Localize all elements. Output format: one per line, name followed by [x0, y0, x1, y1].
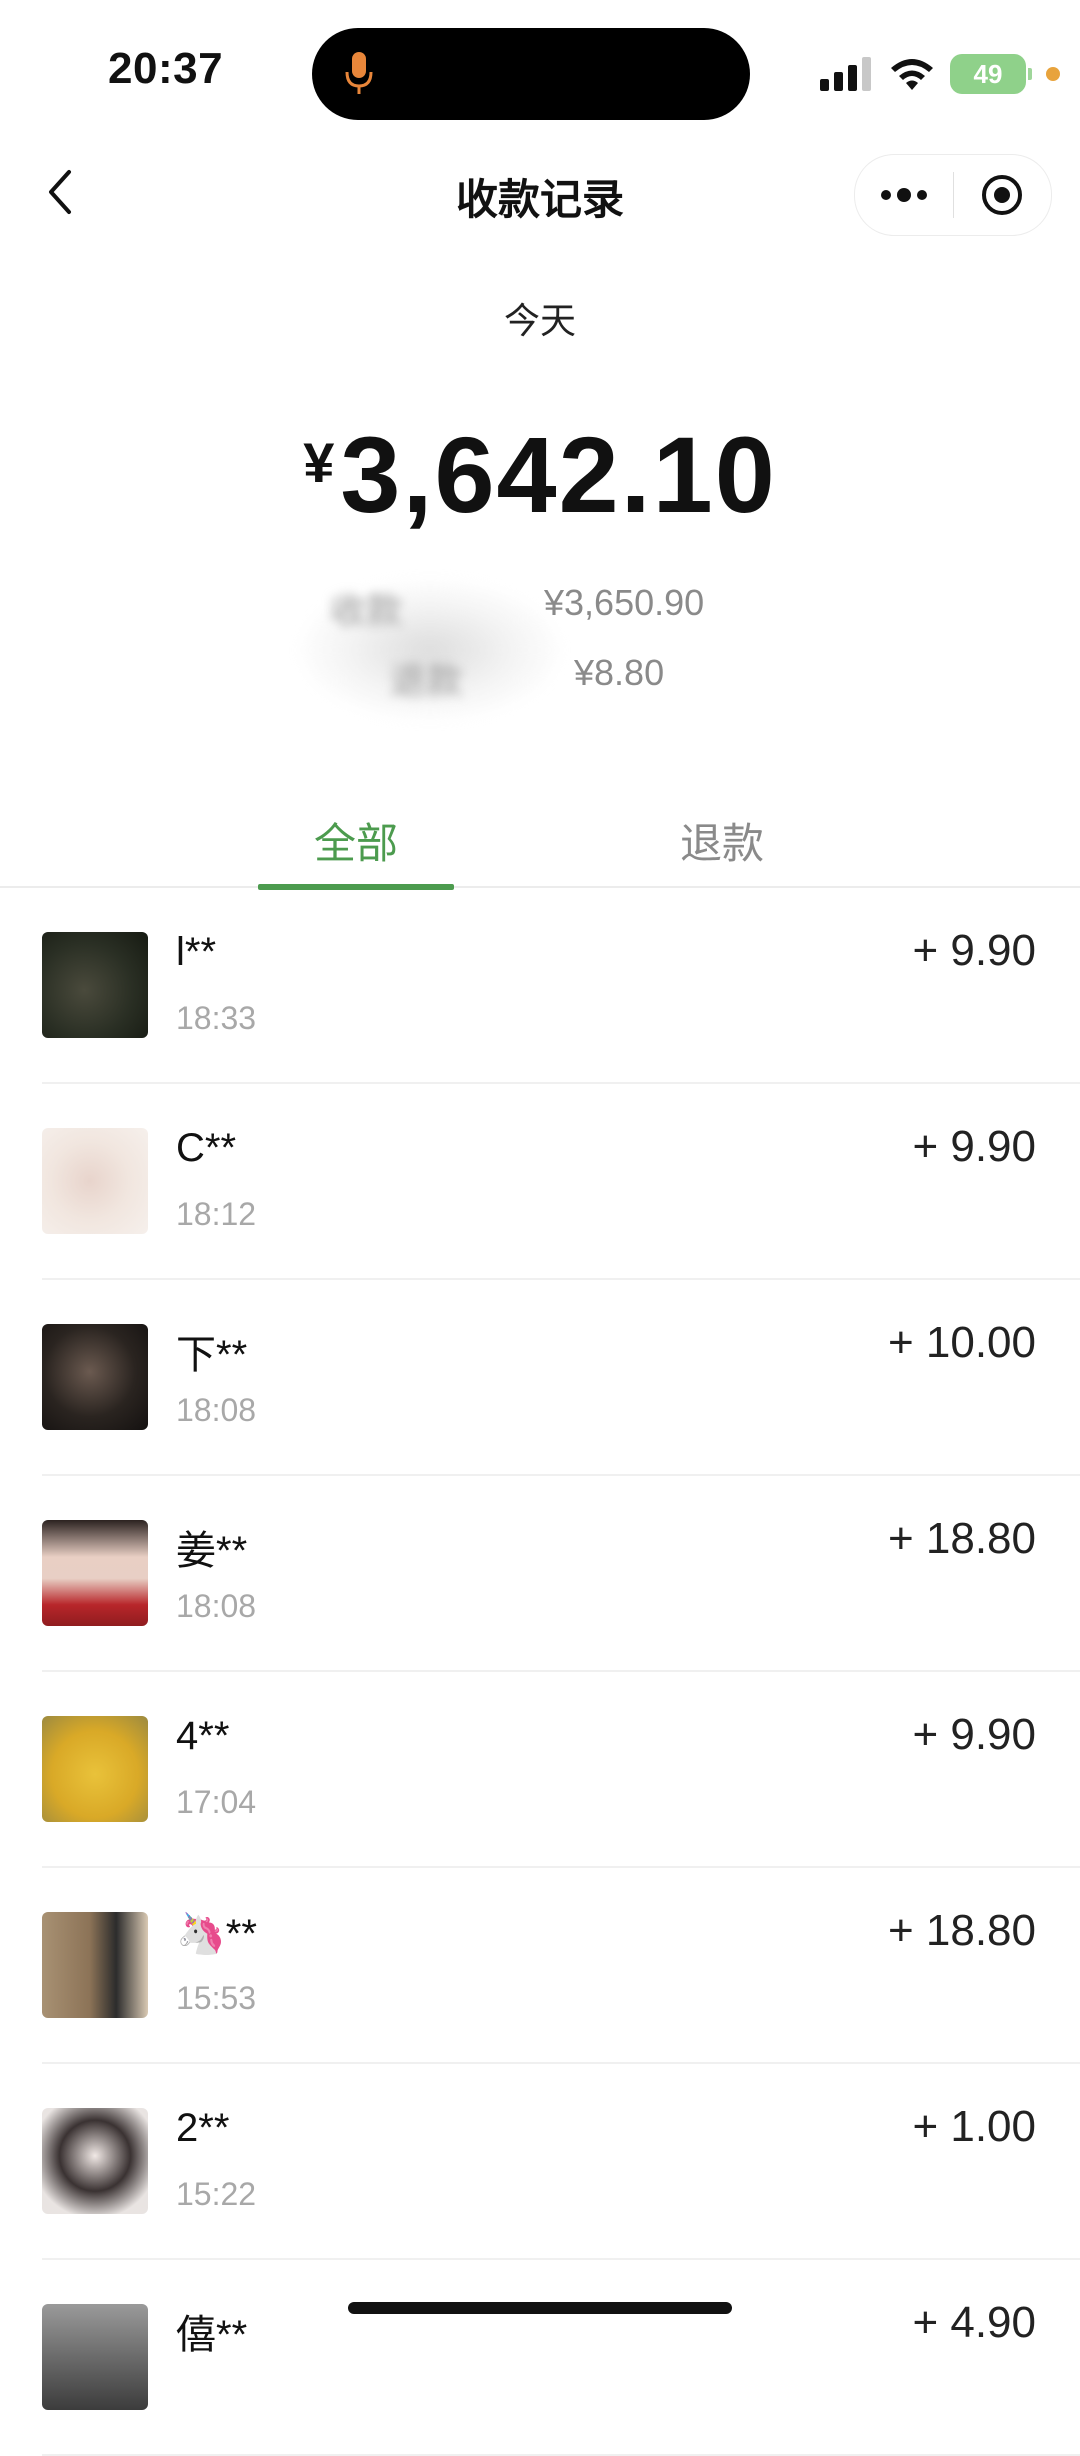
payer-name: 僖** — [176, 2313, 248, 2357]
payment-amount: + 9.90 — [912, 1710, 1036, 1759]
more-dots-icon — [880, 188, 927, 202]
avatar — [42, 2108, 148, 2214]
tab-refund[interactable]: 退款 — [680, 810, 764, 871]
list-item[interactable]: 🦄** 15:53 + 18.80 — [0, 1868, 1080, 2064]
payment-time: 15:22 — [176, 2176, 257, 2212]
refund-value: ¥8.80 — [574, 652, 665, 693]
payment-time: 18:08 — [176, 1588, 257, 1624]
payment-amount: + 1.00 — [912, 2102, 1036, 2151]
list-item[interactable]: 姜** 18:08 + 18.80 — [0, 1476, 1080, 1672]
status-indicators: 49 — [820, 52, 1060, 96]
avatar — [42, 1520, 148, 1626]
avatar — [42, 2304, 148, 2410]
payer-name: l** — [176, 930, 217, 974]
payer-name: C** — [176, 1126, 237, 1170]
list-item[interactable]: 4** 17:04 + 9.90 — [0, 1672, 1080, 1868]
payer-name: 2** — [176, 2106, 230, 2150]
received-label: 收款 — [330, 590, 403, 631]
payment-amount: + 18.80 — [887, 1514, 1036, 1563]
target-circle-icon — [982, 175, 1023, 215]
list-item[interactable]: C** 18:12 + 9.90 — [0, 1084, 1080, 1280]
battery-level: 49 — [973, 58, 1003, 89]
list-item[interactable]: 下** 18:08 + 10.00 — [0, 1280, 1080, 1476]
payment-records-list: l** 18:33 + 9.90 C** 18:12 + 9.90 下** 18… — [0, 888, 1080, 2456]
payment-time: 18:08 — [176, 1392, 257, 1428]
received-row: 收款 ¥3,650.90 — [0, 582, 1080, 632]
avatar — [42, 1128, 148, 1234]
list-item[interactable]: l** 18:33 + 9.90 — [0, 888, 1080, 1084]
home-indicator[interactable] — [348, 2302, 732, 2314]
payment-amount: + 18.80 — [887, 1906, 1036, 1955]
list-item[interactable]: 僖** + 4.90 — [0, 2260, 1080, 2456]
total-value: 3,642.10 — [340, 414, 777, 535]
payer-name: 姜** — [176, 1529, 248, 1573]
privacy-indicator-dot — [1046, 67, 1060, 81]
cellular-signal-icon — [820, 57, 871, 91]
microphone-icon — [345, 52, 373, 94]
avatar — [42, 1912, 148, 2018]
more-button[interactable] — [855, 155, 953, 235]
close-button[interactable] — [954, 155, 1052, 235]
payment-time: 18:12 — [176, 1196, 257, 1232]
tab-all[interactable]: 全部 — [258, 810, 454, 871]
mini-program-capsule — [854, 154, 1052, 236]
payment-amount: + 4.90 — [912, 2298, 1036, 2347]
wifi-icon — [891, 59, 933, 90]
refund-label: 退款 — [390, 660, 463, 701]
payer-name: 4** — [176, 1714, 230, 1758]
payment-time: 15:53 — [176, 1980, 257, 2016]
refund-row: 退款 ¥8.80 — [0, 652, 1080, 702]
avatar — [42, 1324, 148, 1430]
date-label: 今天 — [503, 300, 576, 341]
payment-time: 18:33 — [176, 1000, 257, 1036]
battery-icon: 49 — [950, 54, 1032, 94]
currency-symbol: ¥ — [303, 431, 335, 494]
payment-time: 17:04 — [176, 1784, 257, 1820]
payment-amount: + 9.90 — [912, 926, 1036, 975]
dynamic-island — [312, 28, 750, 120]
tab-bar: 全部 退款 — [0, 790, 1080, 890]
avatar — [42, 1716, 148, 1822]
payer-name: 下** — [176, 1333, 248, 1377]
total-amount: ¥3,642.10 — [0, 412, 1080, 537]
payment-amount: + 10.00 — [887, 1318, 1036, 1367]
status-time: 20:37 — [108, 44, 224, 93]
payer-name: 🦄** — [176, 1912, 257, 1956]
list-item[interactable]: 2** 15:22 + 1.00 — [0, 2064, 1080, 2260]
nav-bar: 收款记录 — [0, 140, 1080, 250]
avatar — [42, 932, 148, 1038]
payment-amount: + 9.90 — [912, 1122, 1036, 1171]
status-bar: 20:37 49 — [0, 0, 1080, 140]
received-value: ¥3,650.90 — [544, 582, 705, 623]
